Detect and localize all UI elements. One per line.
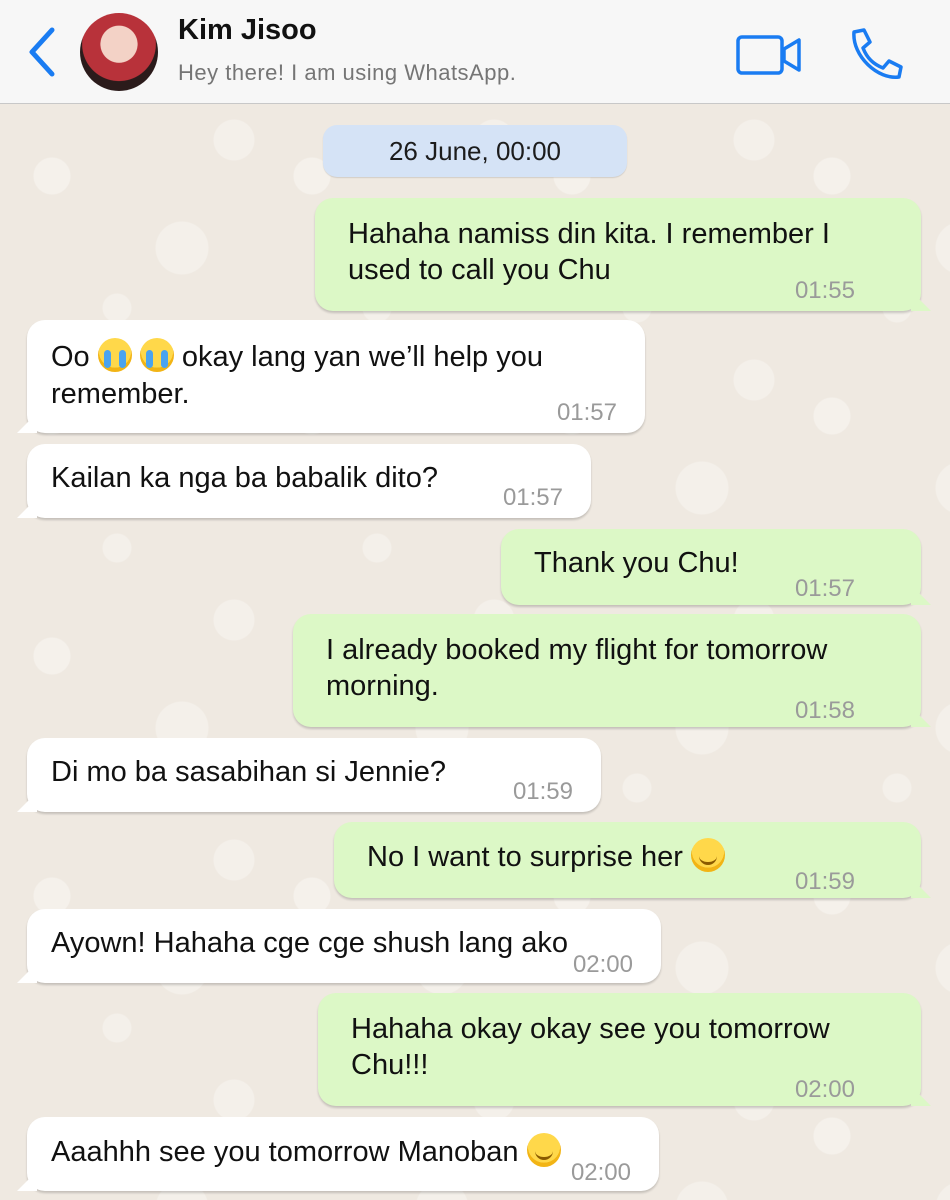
message-bubble-incoming[interactable]: Kailan ka nga ba babalik dito? 01:57 [17,444,591,518]
message-text-part: okay lang yan we’ll help you [173,341,543,373]
message-timestamp: 01:57 [794,575,855,602]
message-text: Hahaha okay okay see you tomorrow [351,1013,830,1045]
message-timestamp: 01:59 [512,778,573,805]
message-text: Ayown! Hahaha cge cge shush lang ako [51,927,568,959]
message-timestamp: 01:59 [794,868,855,895]
phone-icon [852,28,903,79]
message-text: Thank you Chu! [534,547,739,579]
message-text: Aaahhh see you tomorrow Manoban [51,1133,561,1170]
chat-header: Kim Jisoo Hey there! I am using WhatsApp… [0,0,950,104]
crying-face-icon [97,338,132,372]
message-bubble-incoming[interactable]: Oo okay lang yan we’ll help you remember… [17,320,645,433]
message-text: Kailan ka nga ba babalik dito? [51,462,438,494]
message-text: Oo okay lang yan we’ll help you [51,338,543,375]
message-timestamp: 01:57 [502,484,563,511]
message-bubble-incoming[interactable]: Di mo ba sasabihan si Jennie? 01:59 [17,738,601,812]
crying-face-icon [139,338,174,372]
message-bubble-outgoing[interactable]: Hahaha okay okay see you tomorrow Chu!!!… [318,993,931,1106]
message-timestamp: 01:57 [556,399,617,426]
message-text-part: Aaahhh see you tomorrow Manoban [51,1136,527,1168]
back-button[interactable] [22,26,62,78]
video-camera-icon [736,35,801,75]
message-bubble-outgoing[interactable]: I already booked my flight for tomorrow … [293,614,931,727]
message-bubble-outgoing[interactable]: No I want to surprise her 01:59 [334,822,931,898]
smiling-face-icon [690,838,725,872]
message-bubble-outgoing[interactable]: Thank you Chu! 01:57 [501,529,931,605]
message-text: morning. [326,670,439,702]
chevron-left-icon [29,27,55,77]
message-bubble-outgoing[interactable]: Hahaha namiss din kita. I remember I use… [315,198,931,311]
message-text: I already booked my flight for tomorrow [326,634,828,666]
message-text: Hahaha namiss din kita. I remember I [348,218,830,250]
message-text: No I want to surprise her [367,838,725,875]
message-timestamp: 02:00 [794,1076,855,1103]
message-bubble-incoming[interactable]: Ayown! Hahaha cge cge shush lang ako 02:… [17,909,661,983]
message-timestamp: 01:58 [794,697,855,724]
contact-avatar[interactable] [80,13,158,91]
voice-call-button[interactable] [846,26,904,82]
message-text-part: No I want to surprise her [367,841,691,873]
message-timestamp: 02:00 [570,1159,631,1186]
contact-name[interactable]: Kim Jisoo [178,14,317,47]
message-bubble-incoming[interactable]: Aaahhh see you tomorrow Manoban 02:00 [17,1117,659,1191]
message-text: used to call you Chu [348,254,611,286]
message-timestamp: 01:55 [794,277,855,304]
message-text: remember. [51,378,190,410]
message-timestamp: 02:00 [572,951,633,978]
message-text: Di mo ba sasabihan si Jennie? [51,756,446,788]
message-text: Chu!!! [351,1049,429,1081]
contact-status: Hey there! I am using WhatsApp. [178,60,517,85]
video-call-button[interactable] [736,34,802,76]
winking-face-icon [526,1133,561,1167]
date-separator: 26 June, 00:00 [323,125,627,177]
message-text-part: Oo [51,341,98,373]
